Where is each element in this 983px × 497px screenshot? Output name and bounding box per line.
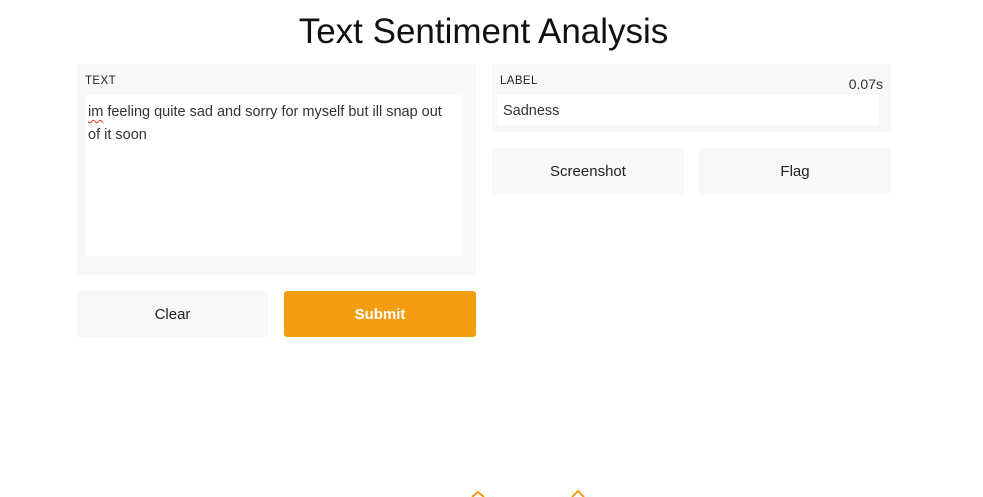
label-output-panel: LABEL 0.07s Sadness	[492, 64, 891, 132]
text-input-value: feeling quite sad and sorry for myself b…	[88, 104, 446, 143]
spellcheck-word: im	[88, 104, 104, 120]
gradio-logo-icon	[471, 489, 585, 497]
page-title: Text Sentiment Analysis	[298, 12, 669, 51]
inference-time: 0.07s	[848, 76, 883, 92]
submit-button[interactable]: Submit	[284, 291, 476, 337]
text-input-panel: TEXT im feeling quite sad and sorry for …	[77, 64, 476, 275]
page: Text Sentiment Analysis TEXT im feeling …	[0, 0, 983, 497]
label-output-label: LABEL	[500, 75, 538, 87]
text-input[interactable]: im feeling quite sad and sorry for mysel…	[85, 95, 462, 256]
label-output-value: Sadness	[497, 95, 879, 125]
text-input-label: TEXT	[85, 75, 116, 87]
flag-button[interactable]: Flag	[699, 148, 891, 194]
screenshot-button[interactable]: Screenshot	[492, 148, 684, 194]
clear-button[interactable]: Clear	[77, 291, 268, 337]
